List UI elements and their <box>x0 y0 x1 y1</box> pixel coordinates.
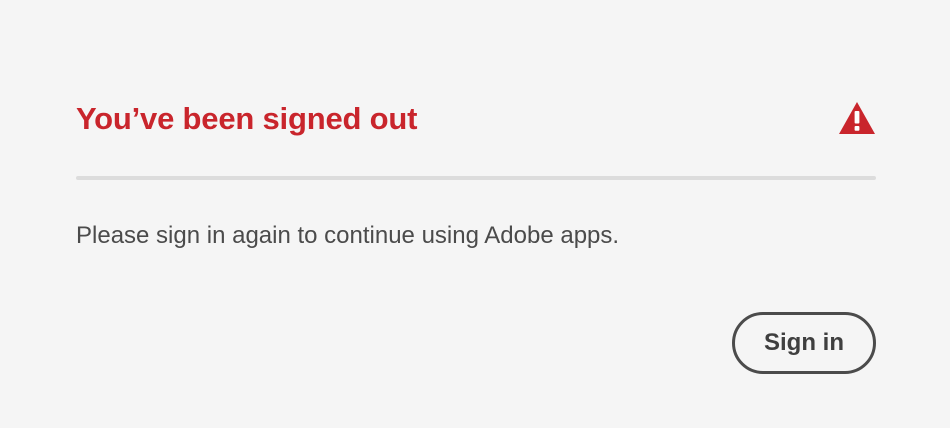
dialog-message: Please sign in again to continue using A… <box>76 222 620 249</box>
alert-triangle-icon <box>839 102 875 134</box>
signed-out-dialog: You’ve been signed out Please sign in ag… <box>0 0 950 428</box>
dialog-header: You’ve been signed out <box>76 88 876 148</box>
sign-in-button[interactable]: Sign in <box>732 312 876 374</box>
header-divider <box>76 176 876 180</box>
dialog-title: You’ve been signed out <box>76 100 418 136</box>
